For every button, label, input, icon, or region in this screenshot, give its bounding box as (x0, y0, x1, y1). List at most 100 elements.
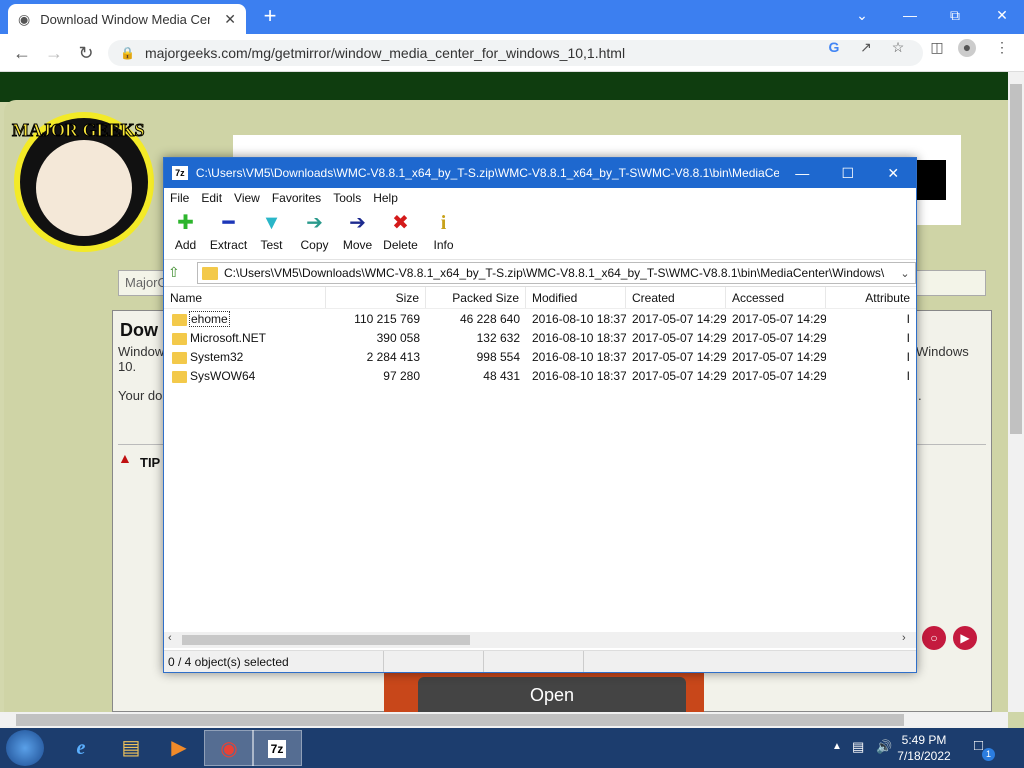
info-icon: i (440, 212, 447, 234)
tray-expand-icon[interactable]: ▲ (832, 741, 842, 752)
internet-explorer-icon[interactable]: e (56, 730, 106, 766)
copy-button[interactable]: ➔ Copy (293, 208, 336, 258)
folder-icon (202, 266, 218, 280)
test-icon: ▼ (261, 212, 282, 234)
sevenzip-address-row: ⇧ C:\Users\VM5\Downloads\WMC-V8.8.1_x64_… (164, 259, 916, 285)
page-title: Dow (120, 320, 158, 340)
sevenzip-status-bar: 0 / 4 object(s) selected (164, 650, 916, 672)
file-list-horizontal-scrollbar[interactable]: ‹ › (164, 632, 916, 648)
ad-block (916, 160, 946, 200)
tip-label: TIP (140, 455, 161, 470)
reload-icon[interactable]: ↻ (74, 41, 98, 65)
description-right-text: Windows (916, 344, 969, 359)
page-horizontal-scroll-thumb[interactable] (16, 714, 904, 726)
sevenzip-maximize-icon[interactable]: ☐ (825, 158, 871, 188)
column-accessed[interactable]: Accessed (726, 287, 826, 308)
column-created[interactable]: Created (626, 287, 726, 308)
column-attributes[interactable]: Attribute (826, 287, 916, 308)
menu-tools[interactable]: Tools (327, 191, 367, 205)
folder-icon (172, 332, 187, 345)
menu-favorites[interactable]: Favorites (266, 191, 327, 205)
menu-help[interactable]: Help (367, 191, 404, 205)
column-size[interactable]: Size (326, 287, 426, 308)
restore-icon[interactable]: ⧉ (935, 4, 975, 26)
folder-icon (172, 351, 187, 364)
address-bar[interactable]: 🔒 majorgeeks.com/mg/getmirror/window_med… (108, 40, 923, 66)
windows-taskbar: e ▤ ▶ ◉ 7z ▲ ▤ 🔊 5:49 PM 7/18/2022 □ 1 (0, 728, 1024, 768)
info-button[interactable]: i Info (422, 208, 465, 258)
youtube-icon[interactable]: ▶ (953, 626, 977, 650)
side-panel-icon[interactable]: ◫ (928, 39, 946, 57)
tab-title: Download Window Media Cente (40, 11, 211, 27)
tab-search-chevron-icon[interactable]: ⌄ (842, 4, 882, 26)
menu-view[interactable]: View (228, 191, 266, 205)
close-icon[interactable]: ✕ (982, 4, 1022, 26)
browser-tab-strip: ◉ Download Window Media Cente ✕ + ⌄ — ⧉ … (0, 0, 1024, 34)
sevenzip-close-icon[interactable]: ✕ (871, 158, 917, 188)
forward-icon[interactable]: → (42, 41, 66, 65)
notification-badge: 1 (982, 748, 995, 761)
sevenzip-window: 7z C:\Users\VM5\Downloads\WMC-V8.8.1_x64… (163, 157, 917, 673)
menu-edit[interactable]: Edit (195, 191, 228, 205)
menu-kebab-icon[interactable]: ⋮ (993, 39, 1011, 57)
open-button[interactable]: Open (418, 677, 686, 713)
sevenzip-taskbar-icon[interactable]: 7z (252, 730, 302, 766)
chrome-icon[interactable]: ◉ (204, 730, 254, 766)
sevenzip-title-bar[interactable]: 7z C:\Users\VM5\Downloads\WMC-V8.8.1_x64… (164, 158, 916, 188)
browser-toolbar: ← → ↻ 🔒 majorgeeks.com/mg/getmirror/wind… (0, 34, 1024, 72)
menu-file[interactable]: File (164, 191, 195, 205)
add-button[interactable]: ✚ Add (164, 208, 207, 258)
file-list-header: Name Size Packed Size Modified Created A… (164, 287, 916, 309)
url-text: majorgeeks.com/mg/getmirror/window_media… (144, 45, 626, 61)
page-vertical-scroll-thumb[interactable] (1010, 84, 1022, 434)
status-cell (384, 651, 484, 672)
table-row[interactable]: System32 2 284 413 998 554 2016-08-10 18… (164, 348, 916, 367)
folder-icon (172, 313, 187, 326)
description-text: Window 10. (118, 344, 165, 374)
delete-button[interactable]: ✖ Delete (379, 208, 422, 258)
start-button[interactable] (6, 730, 44, 766)
lock-icon: 🔒 (120, 46, 135, 60)
your-download-right-text: . (918, 388, 922, 403)
scroll-right-icon[interactable]: › (902, 632, 906, 644)
instagram-icon[interactable]: ○ (922, 626, 946, 650)
new-tab-button[interactable]: + (258, 5, 282, 28)
clock[interactable]: 5:49 PM 7/18/2022 (884, 732, 964, 764)
extract-button[interactable]: ━ Extract (207, 208, 250, 258)
column-packed-size[interactable]: Packed Size (426, 287, 526, 308)
sevenzip-path-field[interactable]: C:\Users\VM5\Downloads\WMC-V8.8.1_x64_by… (197, 262, 916, 284)
path-text: C:\Users\VM5\Downloads\WMC-V8.8.1_x64_by… (224, 266, 885, 280)
tab-close-icon[interactable]: ✕ (224, 11, 236, 28)
extract-icon: ━ (222, 212, 235, 234)
bookmark-star-icon[interactable]: ☆ (889, 39, 907, 57)
scroll-left-icon[interactable]: ‹ (168, 632, 172, 644)
table-row[interactable]: SysWOW64 97 280 48 431 2016-08-10 18:37 … (164, 367, 916, 386)
google-icon[interactable]: G (825, 39, 843, 57)
share-icon[interactable]: ↗ (857, 39, 875, 57)
media-player-icon[interactable]: ▶ (154, 730, 204, 766)
file-list: Name Size Packed Size Modified Created A… (164, 286, 916, 632)
sevenzip-minimize-icon[interactable]: — (780, 158, 826, 188)
file-explorer-icon[interactable]: ▤ (106, 730, 156, 766)
column-name[interactable]: Name (164, 287, 326, 308)
move-button[interactable]: ➔ Move (336, 208, 379, 258)
back-icon[interactable]: ← (10, 41, 34, 65)
delete-icon: ✖ (392, 212, 409, 234)
file-list-scroll-thumb[interactable] (182, 635, 470, 645)
up-folder-icon[interactable]: ⇧ (168, 264, 186, 282)
column-modified[interactable]: Modified (526, 287, 626, 308)
logo-mascot (36, 140, 132, 236)
file-rows: ehome 110 215 769 46 228 640 2016-08-10 … (164, 310, 916, 386)
browser-tab[interactable]: ◉ Download Window Media Cente ✕ (8, 4, 246, 34)
table-row[interactable]: Microsoft.NET 390 058 132 632 2016-08-10… (164, 329, 916, 348)
minimize-icon[interactable]: — (890, 4, 930, 26)
status-text: 0 / 4 object(s) selected (164, 651, 384, 672)
globe-icon: ◉ (18, 10, 31, 27)
copy-icon: ➔ (306, 212, 323, 234)
sevenzip-toolbar: ✚ Add ━ Extract ▼ Test ➔ Copy ➔ Move ✖ Delete … (164, 208, 916, 258)
table-row[interactable]: ehome 110 215 769 46 228 640 2016-08-10 … (164, 310, 916, 329)
network-icon[interactable]: ▤ (852, 739, 864, 755)
test-button[interactable]: ▼ Test (250, 208, 293, 258)
path-dropdown-icon[interactable]: ⌄ (895, 267, 915, 280)
profile-avatar-icon[interactable]: ● (958, 39, 976, 57)
